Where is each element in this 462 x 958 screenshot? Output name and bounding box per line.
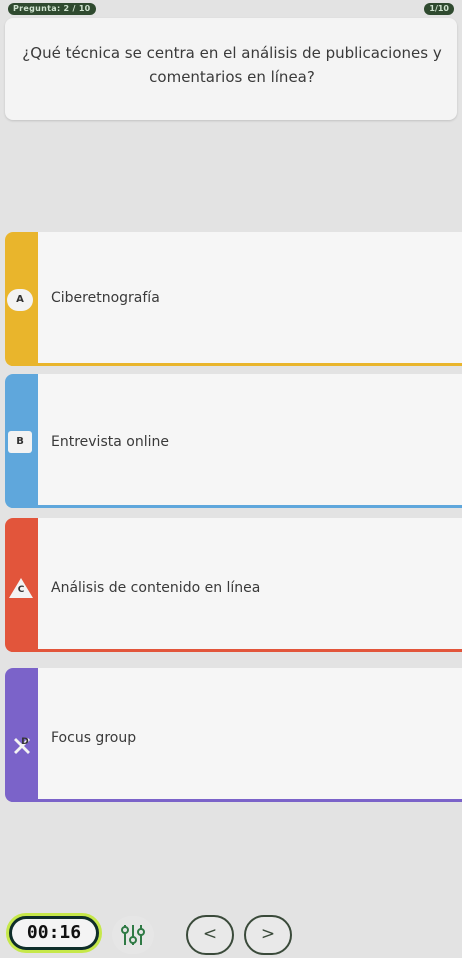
answer-option-c[interactable]: C Análisis de contenido en línea [5, 518, 462, 652]
answer-bottom-line [5, 799, 462, 802]
answer-option-a[interactable]: A Ciberetnografía [5, 232, 462, 366]
question-counter-badge: Pregunta: 2 / 10 [8, 3, 96, 15]
answer-option-d[interactable]: D Focus group [5, 668, 462, 802]
answer-letter-badge: A [7, 289, 33, 311]
answer-letter-badge: B [8, 431, 32, 453]
previous-button[interactable]: < [186, 915, 234, 955]
answer-letter: C [17, 585, 25, 595]
answer-letter-badge: C [9, 578, 33, 598]
answer-label: Análisis de contenido en línea [51, 580, 261, 596]
answer-bottom-line [5, 505, 462, 508]
answer-label: Entrevista online [51, 434, 169, 450]
next-button[interactable]: > [244, 915, 292, 955]
answer-letter-badge: D [21, 737, 29, 747]
answer-bottom-line [5, 649, 462, 652]
timer-value: 00:16 [12, 919, 96, 947]
top-bar: Pregunta: 2 / 10 1/10 [0, 0, 462, 15]
settings-button[interactable] [112, 916, 154, 954]
bottom-bar: 00:16 < > [0, 906, 462, 955]
answer-option-b[interactable]: B Entrevista online [5, 374, 462, 508]
answer-label: Focus group [51, 730, 137, 746]
equalizer-icon [121, 925, 145, 945]
question-card: ¿Qué técnica se centra en el análisis de… [5, 18, 457, 120]
question-text: ¿Qué técnica se centra en el análisis de… [22, 44, 442, 86]
answer-bottom-line [5, 363, 462, 366]
score-badge: 1/10 [424, 3, 454, 15]
timer-badge: 00:16 [6, 913, 102, 953]
answer-label: Ciberetnografía [51, 290, 160, 306]
